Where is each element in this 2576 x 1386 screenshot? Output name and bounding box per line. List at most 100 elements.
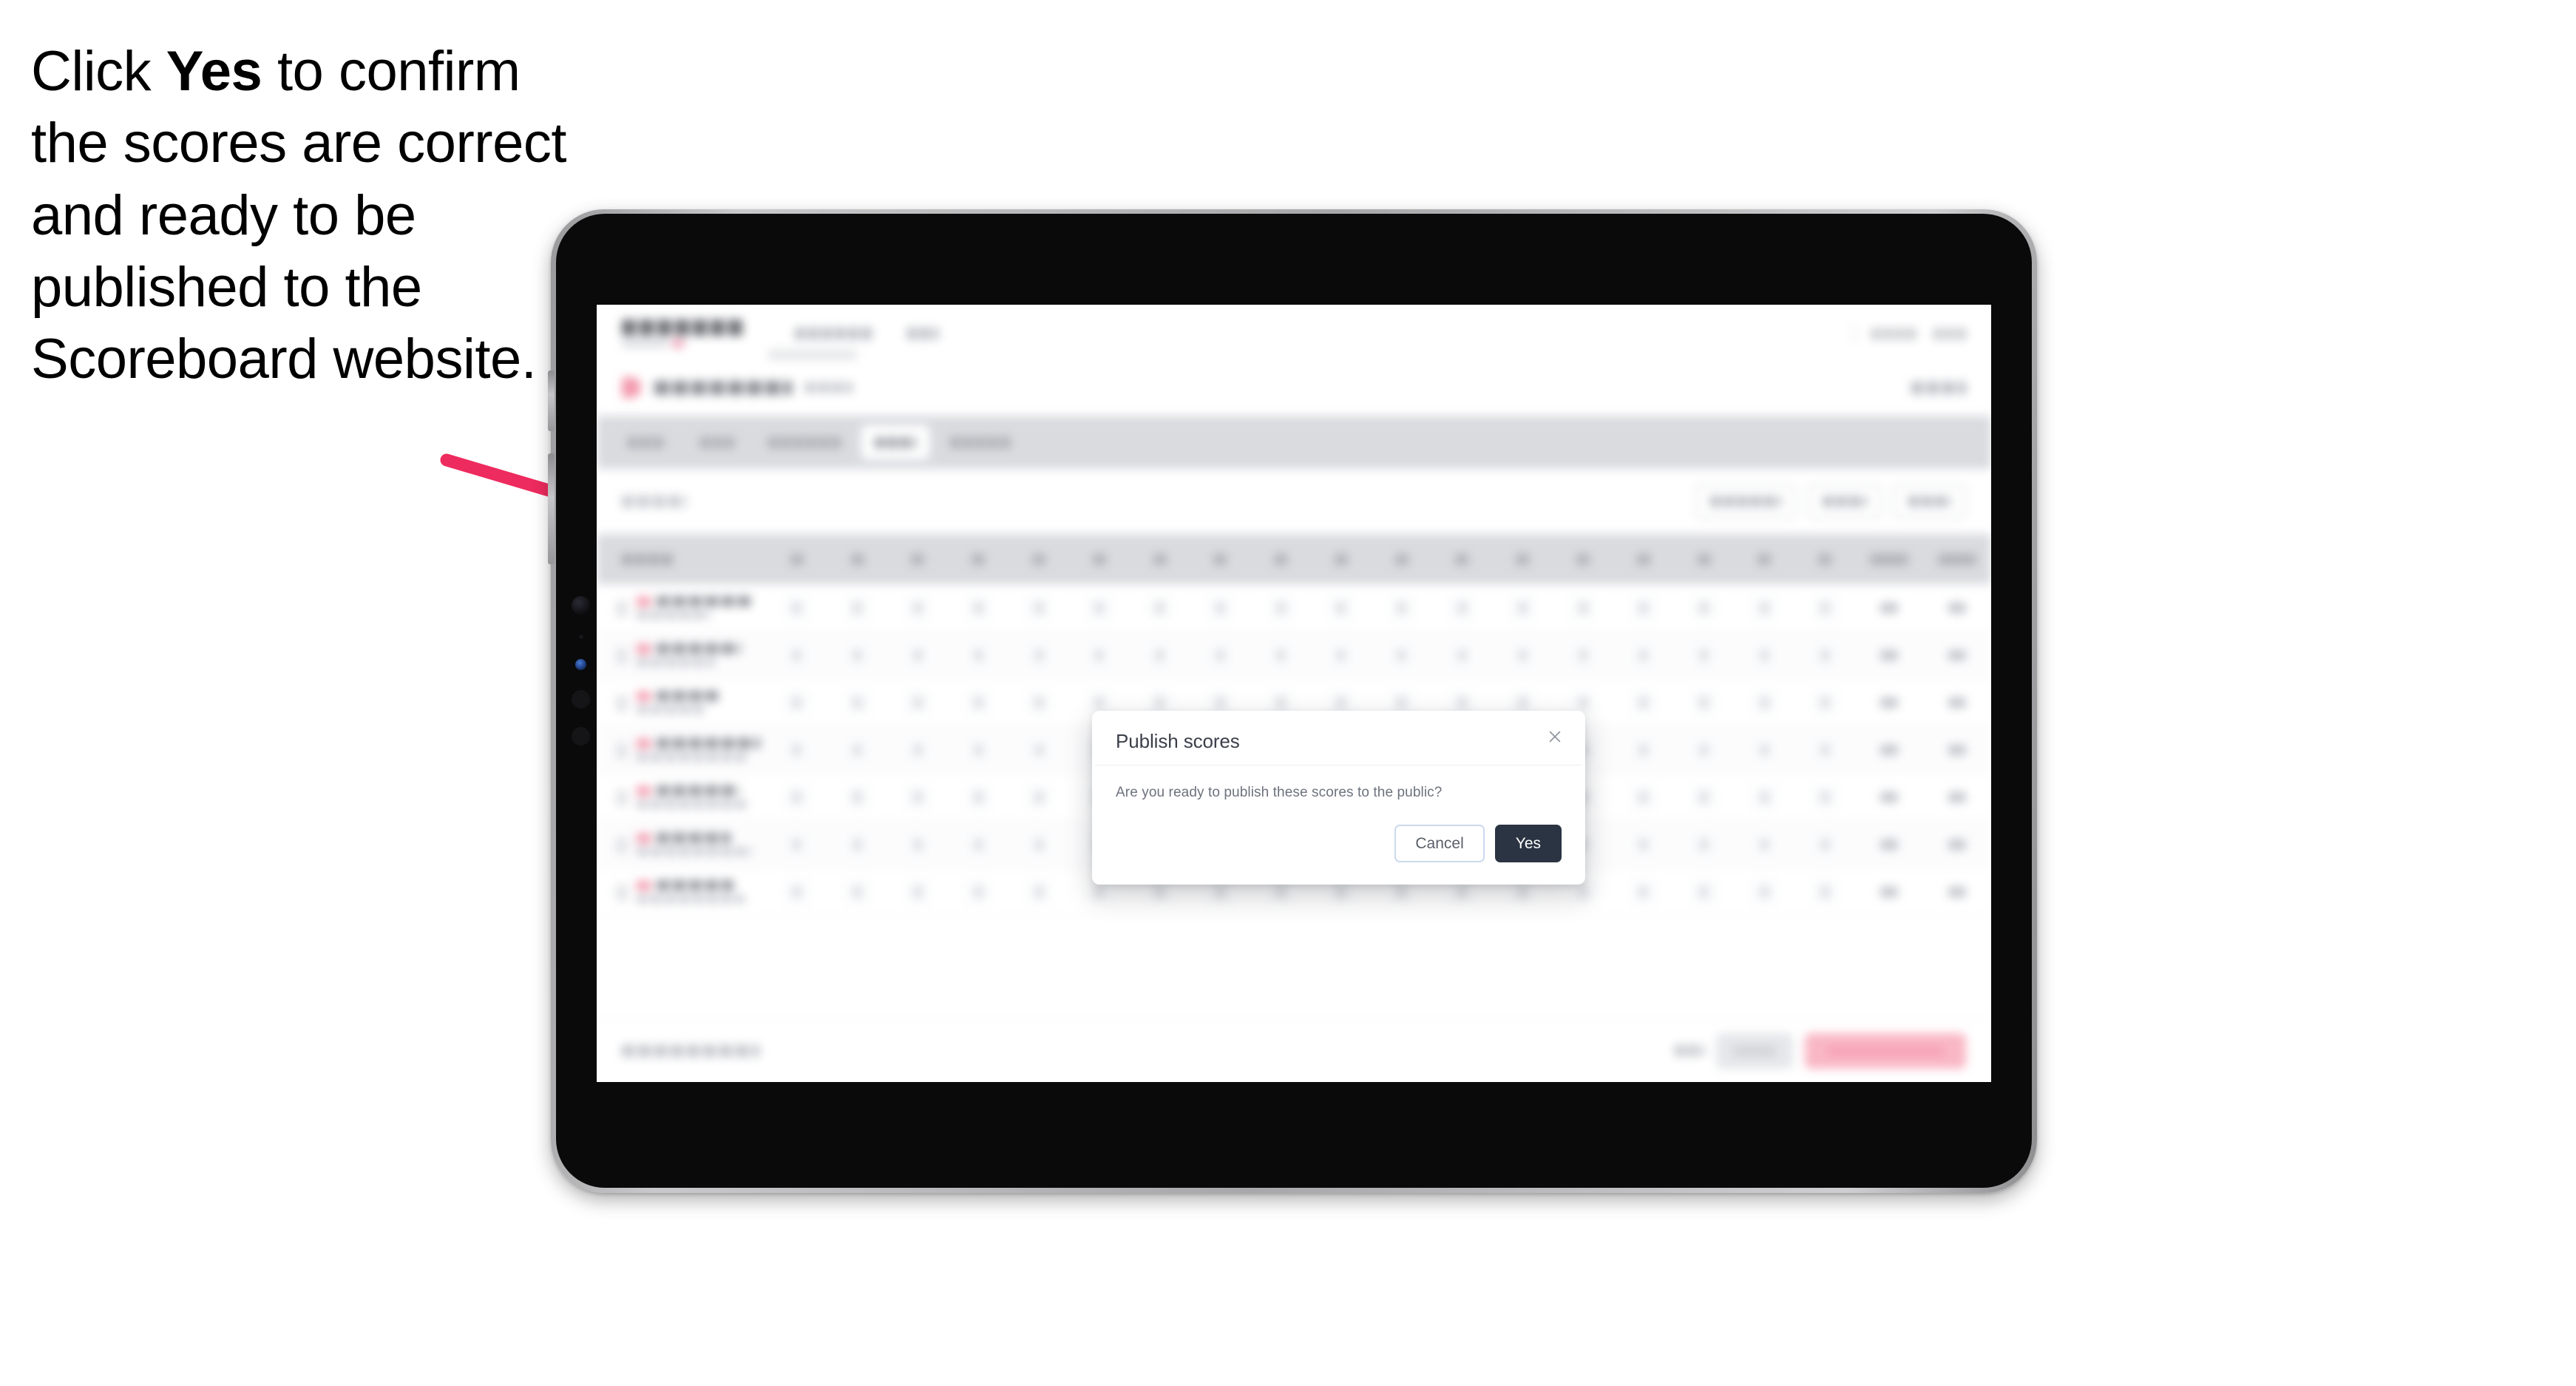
nav-item-two[interactable] bbox=[907, 328, 938, 339]
drag-handle-icon[interactable] bbox=[616, 741, 628, 758]
tab-entries[interactable] bbox=[687, 425, 748, 459]
score-cell[interactable] bbox=[1328, 595, 1354, 621]
account-link[interactable] bbox=[1871, 328, 1917, 339]
filter-class-select[interactable] bbox=[1695, 484, 1796, 518]
footer-cancel-link[interactable] bbox=[1675, 1045, 1704, 1056]
nav-item-one[interactable] bbox=[795, 328, 875, 339]
save-draft-button[interactable] bbox=[1716, 1032, 1793, 1069]
score-cell[interactable] bbox=[1812, 784, 1838, 810]
score-cell[interactable] bbox=[1328, 642, 1354, 668]
score-cell[interactable] bbox=[1026, 831, 1052, 857]
volume-button-down[interactable] bbox=[548, 453, 555, 564]
volume-button-up[interactable] bbox=[548, 371, 555, 431]
score-cell[interactable] bbox=[1752, 737, 1777, 763]
score-cell[interactable] bbox=[966, 737, 992, 763]
score-cell[interactable] bbox=[905, 737, 931, 763]
score-cell[interactable] bbox=[1630, 831, 1656, 857]
score-cell[interactable] bbox=[844, 595, 870, 621]
score-cell[interactable] bbox=[844, 784, 870, 810]
score-cell[interactable] bbox=[966, 784, 992, 810]
score-cell[interactable] bbox=[1026, 784, 1052, 810]
score-cell[interactable] bbox=[844, 831, 870, 857]
score-cell[interactable] bbox=[1630, 642, 1656, 668]
table-row[interactable] bbox=[597, 584, 1991, 632]
score-cell[interactable] bbox=[905, 784, 931, 810]
score-cell[interactable] bbox=[1147, 595, 1173, 621]
score-cell[interactable] bbox=[1630, 737, 1656, 763]
filter-view-select[interactable] bbox=[1894, 484, 1966, 518]
score-cell[interactable] bbox=[1812, 642, 1838, 668]
score-cell[interactable] bbox=[1812, 595, 1838, 621]
score-cell[interactable] bbox=[905, 689, 931, 715]
score-cell[interactable] bbox=[1752, 642, 1777, 668]
score-cell[interactable] bbox=[1812, 737, 1838, 763]
score-cell[interactable] bbox=[784, 879, 810, 905]
score-cell[interactable] bbox=[1268, 595, 1294, 621]
score-cell[interactable] bbox=[1026, 595, 1052, 621]
score-cell[interactable] bbox=[1268, 642, 1294, 668]
drag-handle-icon[interactable] bbox=[616, 694, 628, 711]
score-cell[interactable] bbox=[1691, 595, 1717, 621]
score-cell[interactable] bbox=[784, 595, 810, 621]
publish-scores-button[interactable] bbox=[1805, 1032, 1966, 1069]
filter-round-select[interactable] bbox=[1808, 484, 1882, 518]
score-cell[interactable] bbox=[1691, 737, 1717, 763]
score-cell[interactable] bbox=[1630, 595, 1656, 621]
score-cell[interactable] bbox=[1691, 879, 1717, 905]
score-cell[interactable] bbox=[966, 642, 992, 668]
score-cell[interactable] bbox=[1752, 689, 1777, 715]
score-cell[interactable] bbox=[1752, 879, 1777, 905]
tab-leaderboard[interactable] bbox=[937, 425, 1024, 459]
score-cell[interactable] bbox=[1389, 642, 1414, 668]
tab-running-order[interactable] bbox=[755, 425, 854, 459]
score-cell[interactable] bbox=[1026, 642, 1052, 668]
drag-handle-icon[interactable] bbox=[616, 599, 628, 616]
tab-details[interactable] bbox=[614, 425, 679, 459]
score-cell[interactable] bbox=[1207, 642, 1233, 668]
score-cell[interactable] bbox=[1812, 831, 1838, 857]
score-cell[interactable] bbox=[1147, 642, 1173, 668]
score-cell[interactable] bbox=[1570, 642, 1596, 668]
score-cell[interactable] bbox=[1630, 784, 1656, 810]
score-cell[interactable] bbox=[905, 879, 931, 905]
score-cell[interactable] bbox=[1691, 784, 1717, 810]
score-cell[interactable] bbox=[1812, 689, 1838, 715]
score-cell[interactable] bbox=[1691, 642, 1717, 668]
tab-results[interactable] bbox=[861, 425, 929, 459]
score-cell[interactable] bbox=[966, 595, 992, 621]
score-cell[interactable] bbox=[784, 737, 810, 763]
score-cell[interactable] bbox=[1630, 689, 1656, 715]
score-cell[interactable] bbox=[1086, 642, 1112, 668]
score-cell[interactable] bbox=[1449, 595, 1475, 621]
score-cell[interactable] bbox=[966, 879, 992, 905]
signout-link[interactable] bbox=[1933, 328, 1966, 339]
score-cell[interactable] bbox=[1389, 595, 1414, 621]
score-cell[interactable] bbox=[1026, 879, 1052, 905]
drag-handle-icon[interactable] bbox=[616, 836, 628, 853]
drag-handle-icon[interactable] bbox=[616, 646, 628, 663]
score-cell[interactable] bbox=[844, 879, 870, 905]
score-cell[interactable] bbox=[784, 642, 810, 668]
score-cell[interactable] bbox=[1026, 689, 1052, 715]
score-cell[interactable] bbox=[1449, 642, 1475, 668]
score-cell[interactable] bbox=[1207, 595, 1233, 621]
score-cell[interactable] bbox=[1752, 595, 1777, 621]
score-cell[interactable] bbox=[844, 737, 870, 763]
score-cell[interactable] bbox=[1510, 642, 1536, 668]
score-cell[interactable] bbox=[905, 831, 931, 857]
score-cell[interactable] bbox=[905, 642, 931, 668]
score-cell[interactable] bbox=[784, 689, 810, 715]
confirm-yes-button[interactable]: Yes bbox=[1494, 825, 1562, 862]
score-cell[interactable] bbox=[844, 642, 870, 668]
score-cell[interactable] bbox=[1752, 784, 1777, 810]
score-cell[interactable] bbox=[1812, 879, 1838, 905]
cancel-button[interactable]: Cancel bbox=[1394, 825, 1485, 862]
score-cell[interactable] bbox=[905, 595, 931, 621]
primary-nav[interactable] bbox=[795, 328, 938, 339]
drag-handle-icon[interactable] bbox=[616, 788, 628, 805]
section-tab-bar[interactable] bbox=[597, 416, 1991, 469]
score-cell[interactable] bbox=[966, 831, 992, 857]
score-cell[interactable] bbox=[1630, 879, 1656, 905]
score-cell[interactable] bbox=[1510, 595, 1536, 621]
score-cell[interactable] bbox=[1691, 689, 1717, 715]
